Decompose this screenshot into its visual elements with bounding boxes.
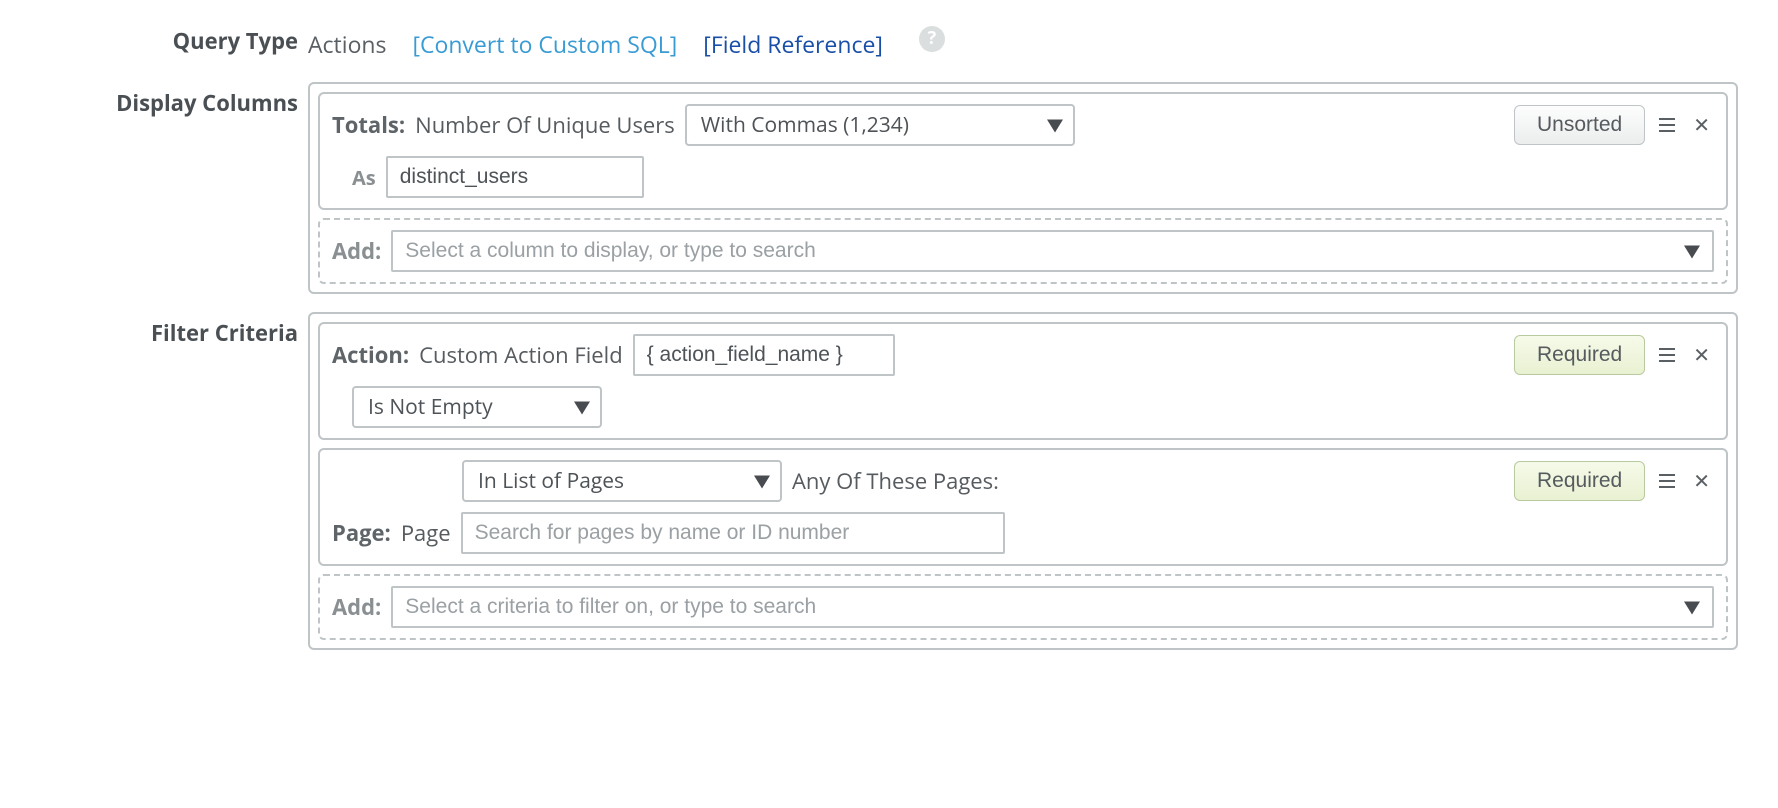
convert-to-sql-link[interactable]: [Convert to Custom SQL] [412, 31, 677, 59]
add-column-label: Add: [332, 236, 381, 266]
add-filter-label: Add: [332, 592, 381, 622]
remove-filter-button[interactable]: ✕ [1689, 469, 1714, 493]
page-mode-dropdown[interactable]: In List of Pages [462, 460, 782, 502]
help-icon[interactable]: ? [919, 26, 945, 52]
alias-input[interactable] [386, 156, 644, 198]
field-reference-link[interactable]: [Field Reference] [703, 31, 883, 59]
operator-dropdown[interactable]: Is Not Empty [352, 386, 602, 428]
add-filter-input[interactable] [391, 586, 1714, 628]
page-value: Page [401, 518, 451, 548]
add-column-input-wrapper [391, 230, 1714, 272]
drag-handle-icon[interactable] [1657, 116, 1677, 134]
action-field-text: Custom Action Field [419, 340, 623, 370]
drag-handle-icon[interactable] [1657, 346, 1677, 364]
format-dropdown[interactable]: With Commas (1,234) [685, 104, 1075, 146]
required-toggle-button[interactable]: Required [1514, 461, 1645, 501]
format-selected: With Commas (1,234) [701, 111, 909, 139]
remove-column-button[interactable]: ✕ [1689, 113, 1714, 137]
page-mode-selected: In List of Pages [478, 467, 624, 495]
add-column-card: Add: [318, 218, 1728, 284]
add-filter-input-wrapper [391, 586, 1714, 628]
page-label: Page: [332, 518, 391, 548]
any-pages-label: Any Of These Pages: [792, 466, 999, 496]
as-label: As [352, 164, 376, 191]
query-type-label: Query Type [40, 20, 308, 54]
filter-criteria-row: Filter Criteria Action: Custom Action Fi… [40, 312, 1738, 650]
operator-selected: Is Not Empty [368, 393, 493, 421]
action-filter-card: Action: Custom Action Field Required ✕ [318, 322, 1728, 440]
required-toggle-button[interactable]: Required [1514, 335, 1645, 375]
remove-filter-button[interactable]: ✕ [1689, 343, 1714, 367]
totals-label: Totals: [332, 110, 405, 140]
metric-name: Number Of Unique Users [415, 110, 675, 140]
page-search-input[interactable] [461, 512, 1005, 554]
action-field-token-input[interactable] [633, 334, 895, 376]
query-type-value: Actions [308, 31, 386, 59]
filter-criteria-label: Filter Criteria [40, 312, 308, 346]
page-filter-card: In List of Pages Any Of These Pages: Req… [318, 448, 1728, 566]
add-filter-card: Add: [318, 574, 1728, 640]
drag-handle-icon[interactable] [1657, 472, 1677, 490]
display-columns-label: Display Columns [40, 82, 308, 116]
sort-button[interactable]: Unsorted [1514, 105, 1645, 145]
display-column-card: Totals: Number Of Unique Users With Comm… [318, 92, 1728, 210]
query-type-row: Query Type Actions [Convert to Custom SQ… [40, 20, 1738, 64]
add-column-input[interactable] [391, 230, 1714, 272]
filter-criteria-panel: Action: Custom Action Field Required ✕ [308, 312, 1738, 650]
display-columns-row: Display Columns Totals: Number Of Unique… [40, 82, 1738, 294]
display-columns-panel: Totals: Number Of Unique Users With Comm… [308, 82, 1738, 294]
action-label: Action: [332, 340, 409, 370]
